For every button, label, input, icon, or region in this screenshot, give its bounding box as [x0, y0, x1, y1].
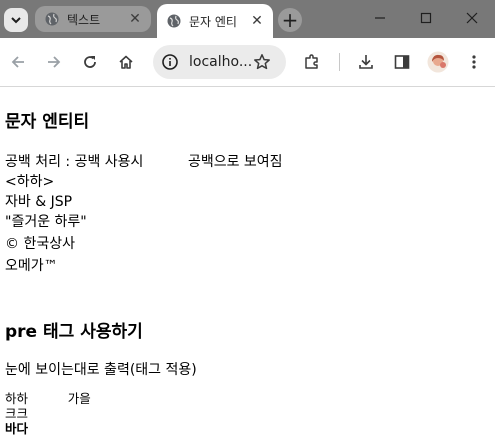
entity-trade-line: 오메가™: [5, 258, 58, 274]
home-button[interactable]: [114, 50, 138, 74]
tab-search-button[interactable]: [4, 8, 28, 32]
avatar: [427, 51, 449, 73]
toolbar-divider: [339, 53, 340, 71]
entity-copy-line: © 한국상사: [5, 236, 75, 252]
pre-description: 눈에 보이는대로 출력(태그 적용): [5, 362, 197, 378]
close-window-button[interactable]: [449, 0, 495, 36]
puzzle-icon: [305, 54, 318, 69]
back-button[interactable]: [6, 50, 30, 74]
address-bar[interactable]: localho...: [153, 45, 286, 79]
extensions-button[interactable]: [300, 50, 324, 74]
tab-text[interactable]: 텍스트 ✕: [35, 6, 151, 32]
pre-line: 크크: [5, 406, 29, 421]
close-icon: [466, 12, 478, 24]
minimize-button[interactable]: [357, 0, 403, 36]
side-panel-icon: [394, 55, 410, 69]
entity-amp-line: 자바 & JSP: [5, 194, 73, 210]
download-icon: [359, 55, 373, 69]
star-icon[interactable]: [253, 53, 271, 71]
arrow-left-icon: [11, 56, 24, 68]
browser-toolbar: localho...: [0, 38, 495, 87]
maximize-icon: [420, 12, 432, 24]
maximize-button[interactable]: [403, 0, 449, 36]
whitespace-line: 공백 처리 : 공백 사용시 공백으로 보여짐: [5, 154, 283, 170]
page-content: 문자 엔티티 공백 처리 : 공백 사용시 공백으로 보여짐 <하하> 자바 &…: [0, 87, 495, 442]
page-heading: 문자 엔티티: [5, 112, 90, 132]
entity-quot-line: "즐거운 하루": [5, 214, 87, 230]
globe-icon: [45, 12, 59, 26]
tab-close-button[interactable]: ✕: [249, 13, 265, 29]
new-tab-button[interactable]: +: [278, 8, 302, 32]
tab-strip: 텍스트 ✕ 문자 엔티 ✕ +: [0, 0, 495, 38]
entity-lt-gt-line: <하하>: [5, 174, 55, 190]
reload-button[interactable]: [78, 50, 102, 74]
pre-line-bold: 바다: [5, 421, 29, 436]
forward-button[interactable]: [42, 50, 66, 74]
section-heading: pre 태그 사용하기: [5, 322, 143, 342]
pre-line: 하하 가을: [5, 391, 91, 406]
minimize-icon: [375, 17, 385, 19]
arrow-right-icon: [48, 56, 61, 68]
globe-icon: [167, 14, 181, 28]
tab-title: 텍스트: [67, 12, 101, 27]
url-text[interactable]: localho...: [189, 54, 252, 70]
info-icon[interactable]: [161, 53, 179, 71]
reload-icon: [84, 56, 96, 68]
profile-button[interactable]: [426, 50, 450, 74]
chevron-down-icon: [11, 17, 21, 24]
home-icon: [119, 55, 133, 69]
tab-close-button[interactable]: ✕: [127, 11, 143, 27]
kebab-menu-icon: [472, 55, 476, 69]
downloads-button[interactable]: [354, 50, 378, 74]
tab-char-entity[interactable]: 문자 엔티 ✕: [157, 4, 273, 38]
side-panel-button[interactable]: [390, 50, 414, 74]
tab-title: 문자 엔티: [189, 14, 237, 29]
menu-button[interactable]: [462, 50, 486, 74]
